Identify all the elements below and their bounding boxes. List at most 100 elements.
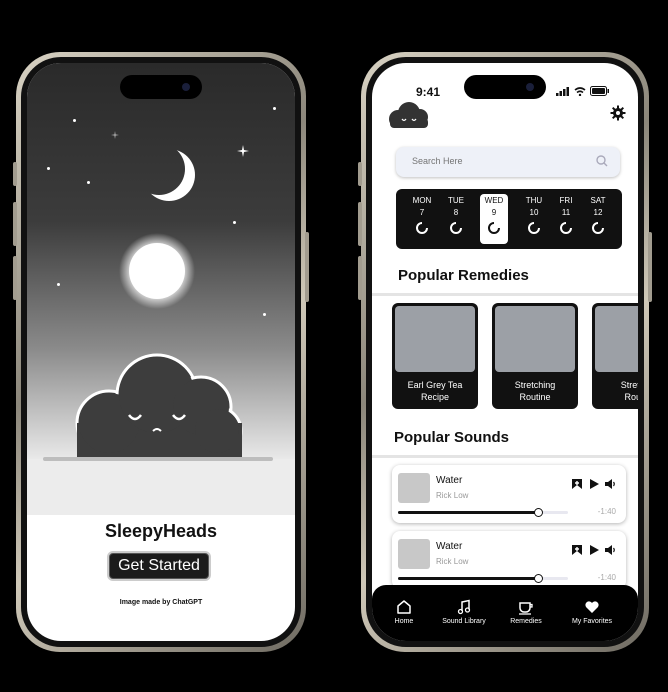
- home-screen: 9:41 MON 7: [372, 63, 638, 641]
- play-icon[interactable]: [588, 478, 600, 490]
- status-time: 9:41: [416, 85, 441, 99]
- ground-shadow: [43, 457, 273, 461]
- sound-item[interactable]: Water Rick Low -1:40: [392, 531, 626, 589]
- tab-sound-library[interactable]: Sound Library: [434, 599, 494, 625]
- app-title: SleepyHeads: [104, 521, 218, 541]
- day-name: THU: [525, 196, 543, 205]
- sleep-progress-icon: [488, 222, 500, 234]
- home-phone: 9:41 MON 7: [358, 52, 652, 652]
- power-button: [648, 232, 652, 302]
- day-date: 11: [561, 208, 571, 217]
- volume-up-button: [13, 202, 17, 246]
- day-name: MON: [412, 196, 432, 205]
- sleep-progress-icon: [560, 222, 572, 234]
- bottom-tab-bar: Home Sound Library Remedies My Favorites: [372, 585, 638, 641]
- sound-item[interactable]: Water Rick Low -1:40: [392, 465, 626, 523]
- remedy-card[interactable]: Stretching Routine: [492, 303, 578, 409]
- star-icon: [73, 119, 76, 122]
- tab-label: Remedies: [510, 618, 542, 625]
- tab-home[interactable]: Home: [374, 599, 434, 625]
- progress-slider[interactable]: [398, 574, 568, 583]
- day-name: FRI: [559, 196, 573, 205]
- star-icon: [263, 313, 266, 316]
- day-wed-selected[interactable]: WED 9: [480, 194, 508, 244]
- get-started-button[interactable]: Get Started: [109, 553, 209, 579]
- cup-icon: [519, 602, 533, 615]
- volume-up-button: [358, 202, 362, 246]
- app-logo-cloud-icon: [389, 102, 428, 128]
- gear-icon[interactable]: [610, 105, 626, 121]
- ground: [27, 459, 295, 515]
- side-button: [13, 162, 17, 186]
- volume-icon[interactable]: [604, 544, 616, 556]
- day-date: 10: [529, 208, 539, 217]
- play-icon[interactable]: [588, 544, 600, 556]
- day-fri[interactable]: FRI 11: [552, 194, 580, 244]
- sparkle-icon: [111, 131, 119, 139]
- section-divider: [372, 455, 638, 458]
- welcome-phone: SleepyHeads Get Started Image made by Ch…: [13, 52, 309, 652]
- volume-down-button: [13, 256, 17, 300]
- remedy-card[interactable]: StretchRouti: [592, 303, 638, 409]
- remedy-label: Stretching Routine: [514, 380, 556, 402]
- day-name: TUE: [448, 196, 464, 205]
- sound-title: Water: [436, 475, 463, 486]
- search-input[interactable]: [410, 155, 584, 167]
- battery-icon: [590, 86, 609, 97]
- sound-artist: Rick Low: [436, 557, 469, 566]
- home-icon: [397, 600, 411, 614]
- tab-remedies[interactable]: Remedies: [496, 599, 556, 625]
- search-icon[interactable]: [596, 155, 608, 167]
- phone-bezel: SleepyHeads Get Started Image made by Ch…: [21, 57, 301, 647]
- remedy-label: StretchRouti: [620, 380, 638, 402]
- remedy-image: [395, 306, 475, 372]
- power-button: [305, 232, 309, 302]
- remedy-image: [595, 306, 638, 372]
- sleeping-cloud-icon: [75, 353, 243, 457]
- time-remaining: -1:40: [597, 573, 616, 582]
- night-sky-illustration: [27, 63, 295, 459]
- sleep-progress-icon: [450, 222, 462, 234]
- remedy-label: Earl Grey Tea Recipe: [407, 380, 463, 402]
- day-date: 12: [593, 208, 603, 217]
- slider-handle[interactable]: [534, 574, 544, 583]
- day-date: 9: [491, 208, 497, 217]
- side-button: [358, 162, 362, 186]
- day-sat[interactable]: SAT 12: [584, 194, 612, 244]
- day-name: WED: [484, 196, 504, 205]
- time-remaining: -1:40: [597, 507, 616, 516]
- sound-title: Water: [436, 541, 463, 552]
- full-moon-icon: [119, 233, 195, 309]
- progress-fill: [398, 577, 538, 580]
- progress-fill: [398, 511, 538, 514]
- search-bar[interactable]: [396, 147, 620, 177]
- volume-icon[interactable]: [604, 478, 616, 490]
- wifi-icon: [574, 87, 586, 97]
- day-name: SAT: [590, 196, 606, 205]
- camera-icon: [526, 83, 534, 91]
- star-icon: [233, 221, 236, 224]
- star-icon: [57, 283, 60, 286]
- day-tue[interactable]: TUE 8: [442, 194, 470, 244]
- sound-controls: [571, 543, 616, 561]
- sound-thumbnail: [398, 539, 430, 569]
- tab-label: My Favorites: [571, 618, 613, 625]
- progress-slider[interactable]: [398, 508, 568, 517]
- remedy-card[interactable]: Earl Grey Tea Recipe: [392, 303, 478, 409]
- day-date: 8: [453, 208, 459, 217]
- phone-bezel: 9:41 MON 7: [366, 57, 644, 647]
- bookmark-icon[interactable]: [571, 478, 583, 490]
- tab-my-favorites[interactable]: My Favorites: [562, 599, 622, 625]
- bookmark-icon[interactable]: [571, 544, 583, 556]
- signal-icon: [556, 86, 570, 96]
- popular-remedies-heading: Popular Remedies: [398, 267, 529, 284]
- sparkle-icon: [237, 145, 249, 157]
- day-mon[interactable]: MON 7: [408, 194, 436, 244]
- music-icon: [457, 599, 471, 615]
- day-thu[interactable]: THU 10: [520, 194, 548, 244]
- slider-handle[interactable]: [534, 508, 544, 517]
- crescent-moon-icon: [143, 149, 195, 201]
- dynamic-island: [464, 75, 546, 99]
- status-icons: [556, 86, 610, 97]
- star-icon: [47, 167, 50, 170]
